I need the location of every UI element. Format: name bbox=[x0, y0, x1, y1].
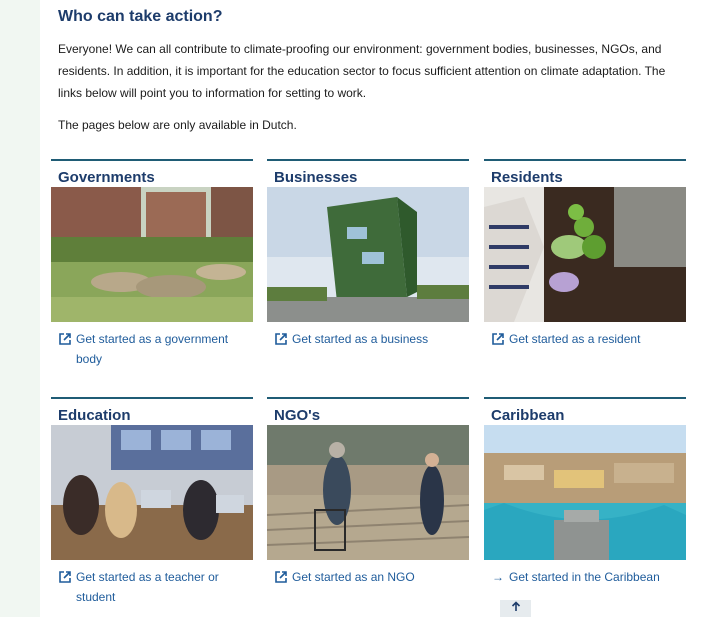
card-education: Education Get started as a teacher or st… bbox=[51, 397, 253, 607]
section-heading: Who can take action? bbox=[58, 8, 223, 25]
content-panel: Who can take action? Everyone! We can al… bbox=[40, 0, 701, 617]
card-link[interactable]: Get started as an NGO bbox=[267, 567, 469, 587]
external-link-icon bbox=[492, 333, 504, 345]
card-link[interactable]: Get started as a business bbox=[267, 329, 469, 349]
back-to-top-button[interactable] bbox=[500, 600, 531, 617]
card-title: Residents bbox=[491, 169, 563, 186]
external-link-icon bbox=[275, 571, 287, 583]
card-image-caribbean bbox=[484, 425, 686, 560]
card-residents: Residents Get started as a resident bbox=[484, 159, 686, 349]
card-link[interactable]: Get started as a government body bbox=[51, 329, 253, 369]
card-link-label: Get started as a teacher or student bbox=[76, 570, 219, 604]
card-link-label: Get started in the Caribbean bbox=[509, 570, 660, 584]
card-image-ngos bbox=[267, 425, 469, 560]
external-link-icon bbox=[59, 333, 71, 345]
external-link-icon bbox=[275, 333, 287, 345]
card-businesses: Businesses Get started as a business bbox=[267, 159, 469, 349]
card-title: Businesses bbox=[274, 169, 358, 186]
card-link-label: Get started as a business bbox=[292, 332, 429, 346]
card-image-businesses bbox=[267, 187, 469, 322]
card-ngos: NGO's Get started as an NGO bbox=[267, 397, 469, 587]
card-title: NGO's bbox=[274, 407, 321, 424]
card-caribbean: Caribbean → Get started in the Caribbean bbox=[484, 397, 686, 587]
arrow-right-icon: → bbox=[492, 570, 504, 584]
card-image-residents bbox=[484, 187, 686, 322]
card-link[interactable]: Get started as a teacher or student bbox=[51, 567, 253, 607]
intro-paragraph: Everyone! We can all contribute to clima… bbox=[58, 42, 666, 100]
arrow-up-icon bbox=[511, 601, 520, 611]
external-link-icon bbox=[59, 571, 71, 583]
card-governments: Governments Get started as a government … bbox=[51, 159, 253, 369]
card-link-label: Get started as an NGO bbox=[292, 570, 415, 584]
card-link[interactable]: → Get started in the Caribbean bbox=[484, 567, 686, 587]
card-image-governments bbox=[51, 187, 253, 322]
card-link-label: Get started as a government body bbox=[76, 332, 229, 366]
card-title: Caribbean bbox=[491, 407, 565, 424]
card-link-label: Get started as a resident bbox=[509, 332, 641, 346]
card-title: Governments bbox=[58, 169, 155, 186]
card-image-education bbox=[51, 425, 253, 560]
card-link[interactable]: Get started as a resident bbox=[484, 329, 686, 349]
dutch-only-note: The pages below are only available in Du… bbox=[58, 118, 297, 132]
card-title: Education bbox=[58, 407, 131, 424]
